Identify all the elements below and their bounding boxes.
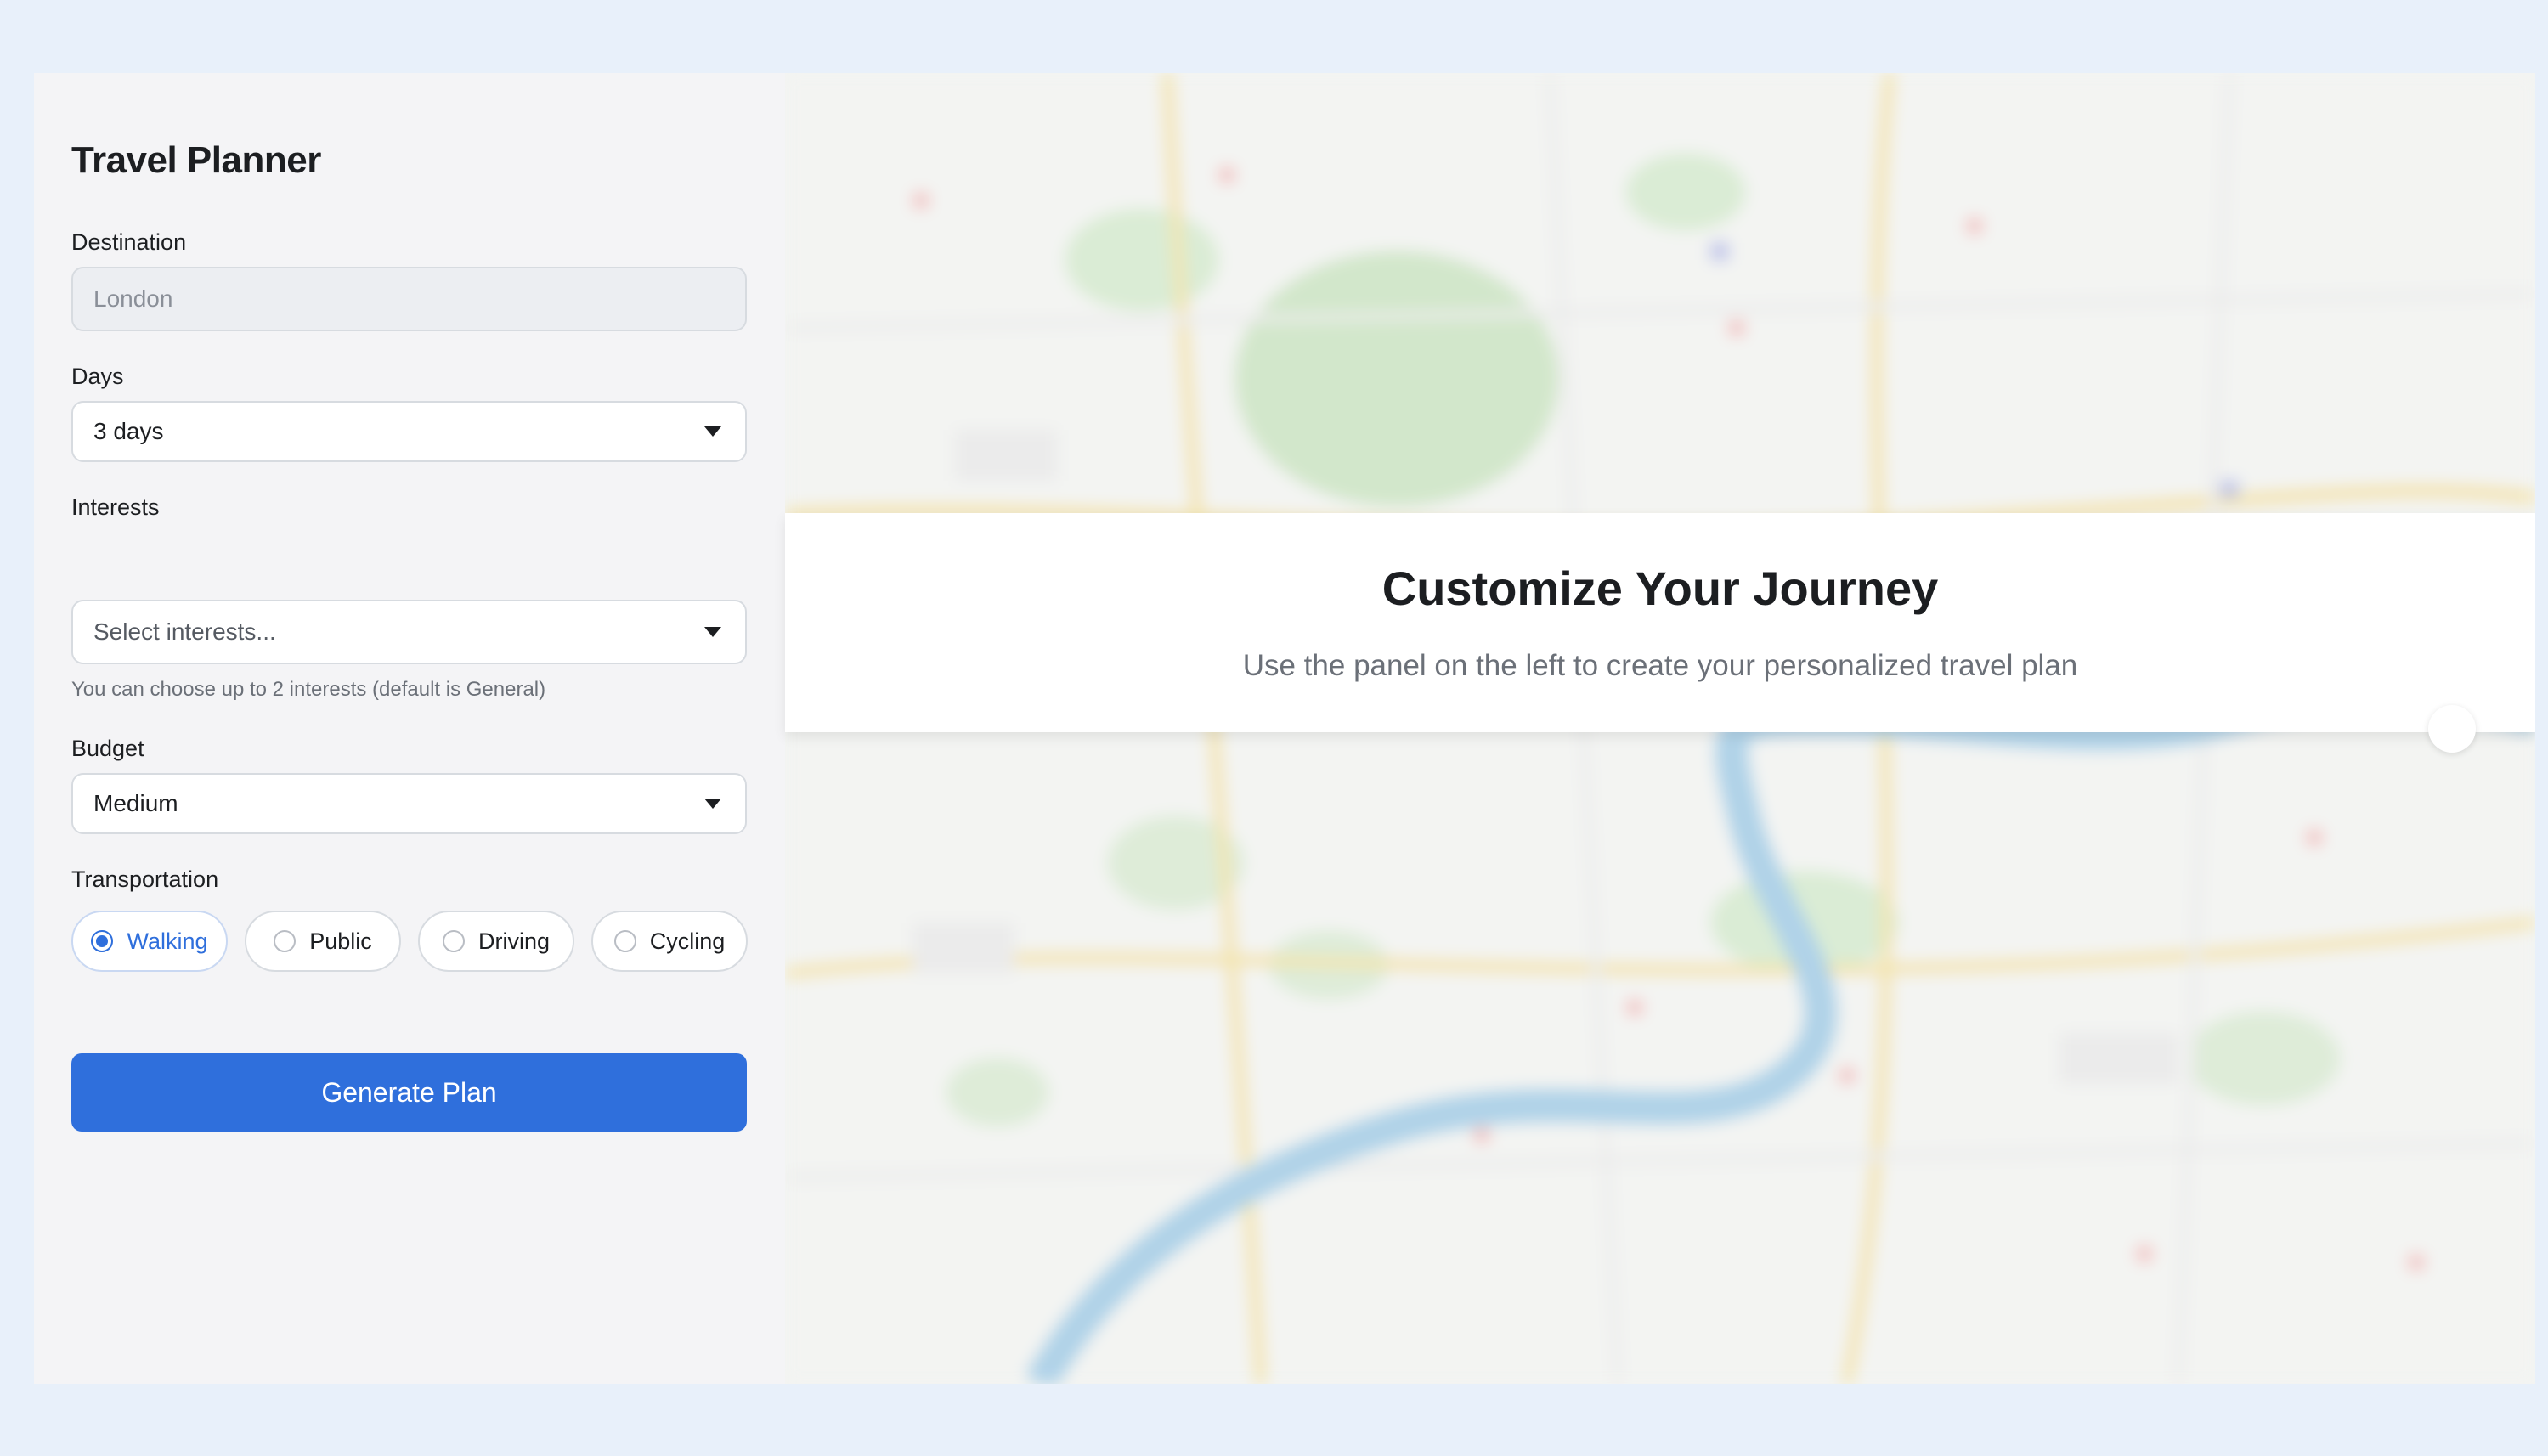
budget-value: Medium [93, 790, 178, 816]
transport-option-public[interactable]: Public [245, 911, 401, 972]
interests-select[interactable]: Select interests... [71, 600, 747, 664]
transport-option-walking[interactable]: Walking [71, 911, 228, 972]
transportation-label: Transportation [71, 866, 219, 892]
interests-label: Interests [71, 494, 160, 520]
transport-option-driving[interactable]: Driving [418, 911, 574, 972]
radio-empty-icon [613, 930, 636, 952]
transport-option-label: Driving [477, 928, 551, 954]
transport-option-label: Cycling [649, 928, 726, 954]
banner-subtitle: Use the panel on the left to create your… [1242, 649, 2078, 682]
transport-option-label: Public [309, 928, 372, 954]
days-label: Days [71, 364, 124, 389]
chevron-down-icon [704, 627, 721, 637]
budget-select[interactable]: Medium [71, 773, 747, 834]
days-select[interactable]: 3 days [71, 401, 747, 462]
radio-selected-icon [91, 930, 114, 952]
chevron-down-icon [704, 799, 721, 809]
transport-option-cycling[interactable]: Cycling [591, 911, 748, 972]
welcome-banner: Customize Your Journey Use the panel on … [785, 513, 2535, 732]
panel-title: Travel Planner [71, 139, 321, 181]
transport-option-label: Walking [127, 928, 208, 954]
interests-hint: You can choose up to 2 interests (defaul… [71, 678, 546, 701]
chevron-down-icon [704, 426, 721, 437]
map-control-button[interactable] [2428, 705, 2476, 753]
destination-value: London [93, 285, 173, 312]
radio-empty-icon [442, 930, 465, 952]
interests-placeholder: Select interests... [93, 618, 276, 645]
generate-plan-button[interactable]: Generate Plan [71, 1053, 747, 1132]
transportation-options: Walking Public Driving Cycling [71, 911, 748, 972]
destination-label: Destination [71, 229, 187, 255]
days-value: 3 days [93, 418, 164, 444]
radio-empty-icon [274, 930, 297, 952]
budget-label: Budget [71, 736, 144, 761]
destination-field[interactable]: London [71, 267, 747, 331]
planner-panel: Travel Planner Destination London Days 3… [34, 73, 784, 1275]
banner-title: Customize Your Journey [1381, 562, 1939, 615]
app-frame: Travel Planner Destination London Days 3… [34, 73, 2535, 1384]
